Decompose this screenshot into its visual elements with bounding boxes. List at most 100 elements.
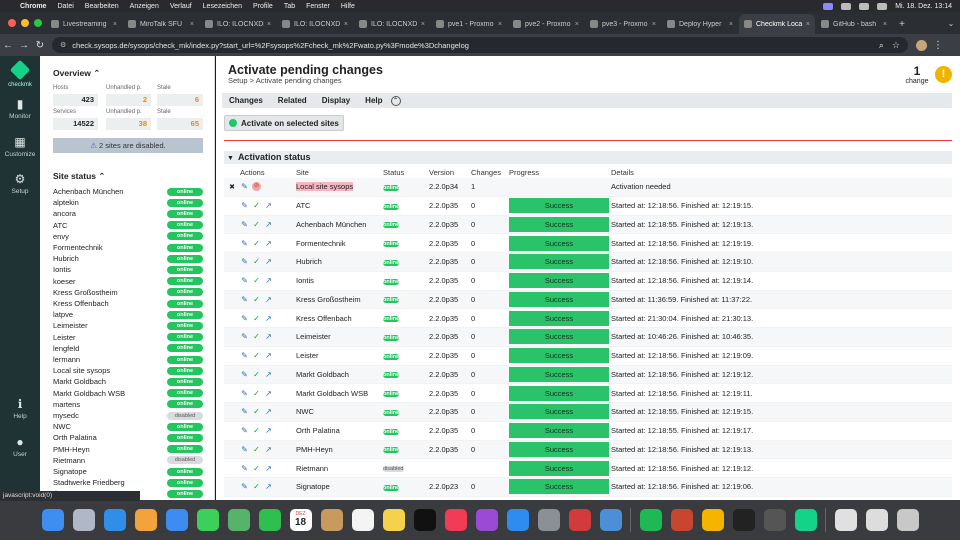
site-status-badge[interactable]: online bbox=[167, 377, 203, 386]
edit-icon[interactable]: ✎ bbox=[240, 464, 249, 473]
login-icon[interactable]: ↗ bbox=[264, 407, 273, 416]
bookmark-star-icon[interactable]: ☆ bbox=[892, 40, 900, 51]
activation-status-header[interactable]: ▼ Activation status bbox=[224, 151, 952, 164]
site-status-item[interactable]: Markt Goldbach online bbox=[53, 376, 203, 387]
browser-tab[interactable]: ILO: ILOCNXD × bbox=[277, 14, 353, 34]
app-status-icon[interactable] bbox=[823, 2, 834, 10]
check-icon[interactable]: ✓ bbox=[252, 239, 261, 248]
check-icon[interactable]: ✓ bbox=[252, 370, 261, 379]
podcasts-icon[interactable] bbox=[475, 509, 498, 531]
maps-icon[interactable] bbox=[227, 509, 250, 531]
menubar-item[interactable]: Tab bbox=[284, 3, 295, 10]
spotify-icon[interactable] bbox=[639, 509, 662, 531]
close-tab-icon[interactable]: × bbox=[498, 21, 502, 28]
menubar-item[interactable]: Lesezeichen bbox=[203, 3, 242, 10]
site-status-item[interactable]: Achenbach München online bbox=[53, 186, 203, 197]
site-status-badge[interactable]: online bbox=[167, 400, 203, 409]
forward-icon[interactable]: → bbox=[16, 40, 32, 51]
chevron-up-icon[interactable]: ⌃ bbox=[93, 68, 100, 78]
site-status-item[interactable]: ancora online bbox=[53, 208, 203, 219]
edit-icon[interactable]: ✎ bbox=[240, 295, 249, 304]
check-icon[interactable]: ✓ bbox=[252, 426, 261, 435]
site-status-badge[interactable]: online bbox=[167, 198, 203, 207]
edit-icon[interactable]: ✎ bbox=[240, 332, 249, 341]
site-status-badge[interactable]: online bbox=[167, 243, 203, 252]
calendar-icon[interactable]: DEZ 18 bbox=[289, 509, 312, 531]
search-icon[interactable] bbox=[877, 2, 888, 10]
site-name[interactable]: Rietmann bbox=[296, 464, 383, 473]
site-name[interactable]: Achenbach München bbox=[296, 220, 383, 229]
browser-tab[interactable]: ILO: ILOCNXD × bbox=[354, 14, 430, 34]
site-status-item[interactable]: Formentechnik online bbox=[53, 242, 203, 253]
login-icon[interactable]: ↗ bbox=[264, 239, 273, 248]
login-icon[interactable]: ↗ bbox=[264, 389, 273, 398]
nav-customize[interactable]: ▦ Customize bbox=[0, 136, 40, 158]
edit-icon[interactable]: ✎ bbox=[240, 370, 249, 379]
site-status-item[interactable]: Local site sysops online bbox=[53, 365, 203, 376]
login-icon[interactable]: ↗ bbox=[264, 295, 273, 304]
edit-icon[interactable]: ✎ bbox=[240, 389, 249, 398]
safari-icon[interactable] bbox=[103, 509, 126, 531]
site-status-item[interactable]: Iontis online bbox=[53, 264, 203, 275]
site-name[interactable]: Markt Goldbach bbox=[296, 370, 383, 379]
reload-icon[interactable]: ↻ bbox=[32, 40, 48, 51]
strategy-game-icon[interactable] bbox=[670, 509, 693, 531]
site-status-badge[interactable]: online bbox=[167, 209, 203, 218]
app-store-icon[interactable] bbox=[506, 509, 529, 531]
finder-icon[interactable] bbox=[41, 509, 64, 531]
edit-icon[interactable]: ✎ bbox=[240, 276, 249, 285]
url-input[interactable]: ⚙ check.sysops.de/sysops/check_mk/index.… bbox=[52, 37, 908, 53]
edit-icon[interactable]: ✎ bbox=[240, 351, 249, 360]
downloads-icon[interactable] bbox=[834, 509, 857, 531]
edit-icon[interactable]: ✎ bbox=[240, 426, 249, 435]
browser-tab[interactable]: GitHub - bash × bbox=[816, 14, 892, 34]
site-status-badge[interactable]: disabled bbox=[167, 411, 203, 420]
menu-related[interactable]: Related bbox=[278, 96, 307, 105]
new-tab-button[interactable]: + bbox=[893, 14, 911, 34]
edit-icon[interactable]: ✎ bbox=[240, 445, 249, 454]
chrome-icon[interactable] bbox=[701, 509, 724, 531]
photos-icon[interactable] bbox=[134, 509, 157, 531]
site-status-badge[interactable]: online bbox=[167, 221, 203, 230]
check-icon[interactable]: ✓ bbox=[252, 332, 261, 341]
site-status-badge[interactable]: online bbox=[167, 321, 203, 330]
site-status-badge[interactable]: online bbox=[167, 433, 203, 442]
calculator-icon[interactable] bbox=[763, 509, 786, 531]
check-icon[interactable]: ✓ bbox=[252, 407, 261, 416]
login-icon[interactable]: ↗ bbox=[264, 426, 273, 435]
close-tab-icon[interactable]: × bbox=[421, 21, 425, 28]
checkmk-agent-icon[interactable] bbox=[794, 509, 817, 531]
site-status-item[interactable]: Kress Großostheim online bbox=[53, 287, 203, 298]
login-icon[interactable]: ↗ bbox=[264, 332, 273, 341]
close-tab-icon[interactable]: × bbox=[190, 21, 194, 28]
back-icon[interactable]: ← bbox=[0, 40, 16, 51]
browser-menu-icon[interactable]: ⋮ bbox=[933, 40, 943, 51]
site-status-item[interactable]: latpve online bbox=[53, 309, 203, 320]
close-tab-icon[interactable]: × bbox=[113, 21, 117, 28]
site-status-item[interactable]: lermann online bbox=[53, 354, 203, 365]
site-name[interactable]: Kress Großostheim bbox=[296, 295, 383, 304]
close-tab-icon[interactable]: × bbox=[652, 21, 656, 28]
edit-icon[interactable]: ✎ bbox=[240, 482, 249, 491]
pending-changes-warning-icon[interactable]: ! bbox=[935, 66, 952, 83]
vpn-icon[interactable] bbox=[599, 509, 622, 531]
menu-changes[interactable]: Changes bbox=[229, 96, 263, 105]
browser-tab[interactable]: ILO: ILOCNXDI × bbox=[200, 14, 276, 34]
login-icon[interactable]: ↗ bbox=[264, 351, 273, 360]
minimize-window-icon[interactable] bbox=[21, 19, 29, 27]
login-icon[interactable]: ↗ bbox=[264, 464, 273, 473]
site-status-title[interactable]: Site status ⌃ bbox=[53, 171, 106, 182]
check-icon[interactable]: ✓ bbox=[252, 464, 261, 473]
site-status-badge[interactable]: online bbox=[167, 422, 203, 431]
menu-display[interactable]: Display bbox=[322, 96, 350, 105]
site-status-item[interactable]: Hubrich online bbox=[53, 253, 203, 264]
close-tab-icon[interactable]: × bbox=[883, 21, 887, 28]
site-name[interactable]: Leimeister bbox=[296, 332, 383, 341]
site-info-icon[interactable]: ⚙ bbox=[60, 41, 66, 49]
site-status-item[interactable]: Orth Palatina online bbox=[53, 432, 203, 443]
site-status-item[interactable]: Stadtwerke Friedberg online bbox=[53, 477, 203, 488]
music-icon[interactable] bbox=[444, 509, 467, 531]
site-status-item[interactable]: Leimeister online bbox=[53, 320, 203, 331]
site-status-badge[interactable]: online bbox=[167, 389, 203, 398]
site-status-badge[interactable]: online bbox=[167, 333, 203, 342]
